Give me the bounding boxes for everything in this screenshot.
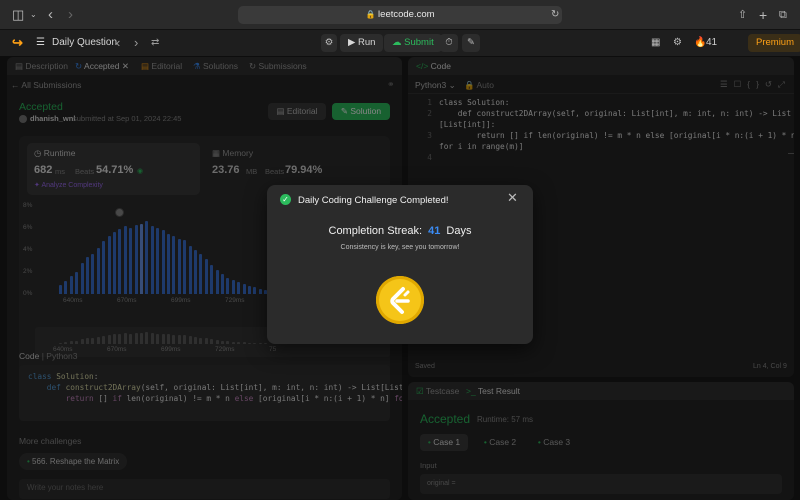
browser-toolbar: ◫ ⌄ ‹ › □ 🔒 leetcode.com ↻ ⇧ + ⧉ — [0, 0, 800, 30]
close-icon[interactable]: ✕ — [507, 190, 518, 206]
settings-gear-icon[interactable]: ⚙ — [673, 30, 682, 56]
url-bar[interactable]: 🔒 leetcode.com — [238, 6, 562, 24]
streak-prefix: Completion Streak: — [328, 225, 423, 237]
notes-icon[interactable]: ✎ — [462, 34, 480, 52]
forward-icon[interactable]: › — [68, 0, 73, 30]
streak-line: Completion Streak: 41 Days — [267, 225, 533, 237]
run-label: Run — [357, 37, 376, 48]
daily-question-title[interactable]: Daily Question — [52, 30, 117, 56]
submit-button[interactable]: ☁ Submit — [384, 34, 442, 52]
modal-title: Daily Coding Challenge Completed! — [298, 195, 449, 206]
app-header: ↪ ☰ Daily Question ‹ › ⇄ ⚙ ▶ Run ☁ Submi… — [0, 30, 800, 79]
chevron-down-icon[interactable]: ⌄ — [30, 0, 37, 30]
sidebar-toggle-icon[interactable]: ◫ — [12, 0, 24, 30]
streak-value: 41 — [428, 225, 441, 237]
debug-icon[interactable]: ⚙ — [321, 34, 337, 52]
modal-message: Consistency is key, see you tomorrow! — [340, 244, 460, 251]
submit-label: Submit — [404, 37, 434, 48]
check-circle-icon: ✓ — [280, 194, 291, 205]
tabs-overview-icon[interactable]: ⧉ — [779, 0, 787, 30]
daily-challenge-modal: ✓ Daily Coding Challenge Completed! ✕ Co… — [267, 185, 533, 344]
back-icon[interactable]: ‹ — [48, 0, 53, 30]
coin-logo-icon — [390, 287, 410, 314]
reload-icon[interactable]: ↻ — [551, 0, 559, 30]
timer-icon[interactable]: ⏱ — [440, 34, 458, 52]
layout-icon[interactable]: ▦ — [651, 30, 660, 56]
leetcode-coin-icon — [376, 276, 424, 324]
premium-button[interactable]: Premium — [748, 34, 800, 52]
streak-fire-icon[interactable]: 🔥 — [694, 30, 706, 56]
leetcode-logo-icon[interactable]: ↪ — [12, 30, 23, 56]
problem-list-icon[interactable]: ☰ — [36, 30, 45, 56]
streak-count[interactable]: 41 — [706, 30, 717, 56]
new-tab-icon[interactable]: + — [759, 0, 767, 30]
url-text: leetcode.com — [378, 9, 435, 20]
streak-suffix: Days — [446, 225, 472, 237]
prev-problem-icon[interactable]: ‹ — [116, 30, 120, 56]
share-icon[interactable]: ⇧ — [738, 0, 747, 30]
shuffle-icon[interactable]: ⇄ — [151, 30, 159, 56]
lock-icon: 🔒 — [365, 10, 376, 19]
next-problem-icon[interactable]: › — [134, 30, 138, 56]
run-button[interactable]: ▶ Run — [340, 34, 384, 52]
